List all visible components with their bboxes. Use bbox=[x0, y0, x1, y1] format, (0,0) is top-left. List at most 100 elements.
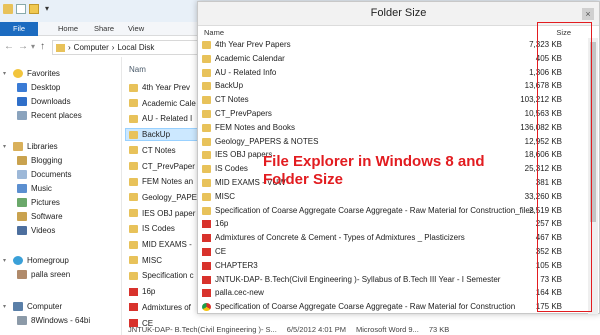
recent-places-icon bbox=[17, 111, 27, 120]
tab-home[interactable]: Home bbox=[52, 22, 84, 36]
collapse-icon[interactable]: ▾ bbox=[3, 143, 9, 150]
list-item[interactable]: Admixtures of bbox=[129, 301, 200, 314]
breadcrumb-computer[interactable]: Computer bbox=[74, 43, 109, 52]
table-row[interactable]: CT Notes 103,212 KB bbox=[198, 94, 570, 107]
sidebar-item-documents[interactable]: Documents bbox=[17, 168, 71, 181]
back-arrow-icon[interactable]: ← bbox=[4, 40, 14, 54]
list-item[interactable]: BackUp bbox=[125, 128, 200, 142]
tab-share[interactable]: Share bbox=[88, 22, 120, 36]
sidebar-item-downloads[interactable]: Downloads bbox=[17, 95, 71, 108]
list-item-label: CT Notes bbox=[142, 145, 176, 155]
breadcrumb-local-disk[interactable]: Local Disk bbox=[117, 43, 154, 52]
list-item[interactable]: Academic Cale bbox=[129, 97, 200, 110]
folder-icon bbox=[202, 165, 211, 174]
sidebar-item-computer[interactable]: ▾ Computer bbox=[3, 300, 62, 313]
list-item[interactable]: MISC bbox=[129, 254, 200, 267]
list-item-label: BackUp bbox=[142, 130, 171, 140]
folder-icon bbox=[129, 114, 138, 123]
sidebar-item-drive[interactable]: 8Windows - 64bi bbox=[17, 314, 90, 327]
sidebar-item-blogging[interactable]: Blogging bbox=[17, 154, 62, 167]
table-row[interactable]: JNTUK-DAP- B.Tech(Civil Engineering )- S… bbox=[198, 274, 570, 287]
sidebar-item-software[interactable]: Software bbox=[17, 210, 63, 223]
up-arrow-icon[interactable]: ↑ bbox=[40, 40, 45, 54]
collapse-icon[interactable]: ▾ bbox=[3, 70, 9, 77]
address-bar[interactable]: › Computer › Local Disk bbox=[52, 40, 200, 55]
sidebar-item-homegroup[interactable]: ▾ Homegroup bbox=[3, 254, 69, 267]
list-item[interactable]: CT Notes bbox=[129, 144, 200, 157]
row-name: CHAPTER3 bbox=[215, 260, 258, 270]
row-name: Academic Calendar bbox=[215, 53, 285, 63]
sidebar-label: Pictures bbox=[31, 198, 60, 207]
close-icon[interactable]: × bbox=[582, 8, 594, 20]
forward-arrow-icon[interactable]: → bbox=[18, 40, 28, 54]
desktop-icon bbox=[17, 83, 27, 92]
customize-toolbar-icon[interactable]: ▾ bbox=[42, 4, 52, 14]
sidebar-label: Desktop bbox=[31, 83, 61, 92]
table-row[interactable]: CE 352 KB bbox=[198, 246, 570, 259]
sidebar-label: Favorites bbox=[27, 69, 60, 78]
sidebar-item-palla-sreen[interactable]: palla sreen bbox=[17, 268, 70, 281]
folder-icon bbox=[129, 271, 138, 280]
folder-icon bbox=[129, 224, 138, 233]
sidebar-item-desktop[interactable]: Desktop bbox=[17, 81, 60, 94]
folder-icon bbox=[202, 41, 211, 49]
table-row[interactable]: MISC 33,260 KB bbox=[198, 191, 570, 204]
table-row[interactable]: Geology_PAPERS & NOTES 12,952 KB bbox=[198, 136, 570, 149]
table-row[interactable]: 16p 257 KB bbox=[198, 218, 570, 231]
new-folder-icon[interactable] bbox=[29, 4, 39, 14]
table-row[interactable]: palla.cec-new 164 KB bbox=[198, 287, 570, 300]
sidebar-item-pictures[interactable]: Pictures bbox=[17, 196, 60, 209]
downloads-icon bbox=[17, 97, 27, 106]
list-item[interactable]: CT_PrevPaper bbox=[129, 160, 200, 173]
list-item[interactable]: IS Codes bbox=[129, 222, 200, 235]
table-row[interactable]: AU - Related Info 1,306 KB bbox=[198, 67, 570, 80]
column-header-name[interactable]: Name bbox=[204, 28, 224, 37]
list-item[interactable]: FEM Notes an bbox=[129, 175, 200, 188]
sidebar-item-videos[interactable]: Videos bbox=[17, 224, 55, 237]
tab-view[interactable]: View bbox=[122, 22, 150, 36]
list-item[interactable]: AU - Related I bbox=[129, 112, 200, 125]
list-item-label: 16p bbox=[142, 287, 156, 297]
table-row[interactable]: Specification of Coarse Aggregate Coarse… bbox=[198, 301, 570, 314]
table-row[interactable]: CHAPTER3 105 KB bbox=[198, 260, 570, 273]
collapse-icon[interactable]: ▾ bbox=[3, 257, 9, 264]
folder-icon bbox=[129, 146, 138, 155]
column-header-name[interactable]: Nam bbox=[129, 65, 146, 74]
file-row-details[interactable]: JNTUK-DAP- B.Tech(Civil Engineering )- S… bbox=[128, 325, 600, 335]
list-item-label: FEM Notes an bbox=[142, 177, 194, 187]
sidebar-item-favorites[interactable]: ▾ Favorites bbox=[3, 67, 60, 80]
folder-icon bbox=[202, 123, 211, 132]
recent-locations-icon[interactable]: ▾ bbox=[31, 40, 35, 54]
list-item[interactable]: Geology_PAPE bbox=[129, 191, 200, 204]
library-icon bbox=[17, 156, 27, 165]
row-name: CT Notes bbox=[215, 95, 249, 105]
sidebar-label: Documents bbox=[31, 170, 72, 179]
annotation-line-2: Folder Size bbox=[263, 171, 344, 188]
list-item[interactable]: 4th Year Prev bbox=[129, 81, 200, 94]
row-name: BackUp bbox=[215, 81, 244, 91]
table-row[interactable]: FEM Notes and Books 136,082 KB bbox=[198, 122, 570, 135]
collapse-icon[interactable]: ▾ bbox=[3, 303, 9, 310]
sidebar-item-music[interactable]: Music bbox=[17, 182, 52, 195]
table-row[interactable]: CT_PrevPapers 10,563 KB bbox=[198, 108, 570, 121]
table-row[interactable]: Specification of Coarse Aggregate Coarse… bbox=[198, 205, 570, 218]
documents-icon bbox=[17, 170, 27, 179]
folder-icon bbox=[129, 83, 138, 92]
row-name: MISC bbox=[215, 191, 235, 201]
table-row[interactable]: Academic Calendar 405 KB bbox=[198, 53, 570, 66]
list-item[interactable]: IES OBJ paper bbox=[129, 207, 200, 220]
sidebar-item-libraries[interactable]: ▾ Libraries bbox=[3, 140, 58, 153]
properties-icon[interactable] bbox=[16, 4, 26, 14]
music-icon bbox=[17, 184, 27, 193]
library-icon bbox=[17, 212, 27, 221]
tab-file[interactable]: File bbox=[0, 22, 38, 36]
table-row[interactable]: Admixtures of Concrete & Cement - Types … bbox=[198, 232, 570, 245]
folder-icon bbox=[129, 209, 138, 218]
list-item[interactable]: Specification c bbox=[129, 269, 200, 282]
list-item[interactable]: 16p bbox=[129, 285, 200, 298]
list-item[interactable]: MID EXAMS - bbox=[129, 238, 200, 251]
table-row[interactable]: 4th Year Prev Papers 7,323 KB bbox=[198, 39, 570, 52]
sidebar-item-recent-places[interactable]: Recent places bbox=[17, 109, 82, 122]
annotation-line-1: File Explorer in Windows 8 and bbox=[263, 153, 485, 170]
table-row[interactable]: BackUp 13,678 KB bbox=[198, 80, 570, 93]
